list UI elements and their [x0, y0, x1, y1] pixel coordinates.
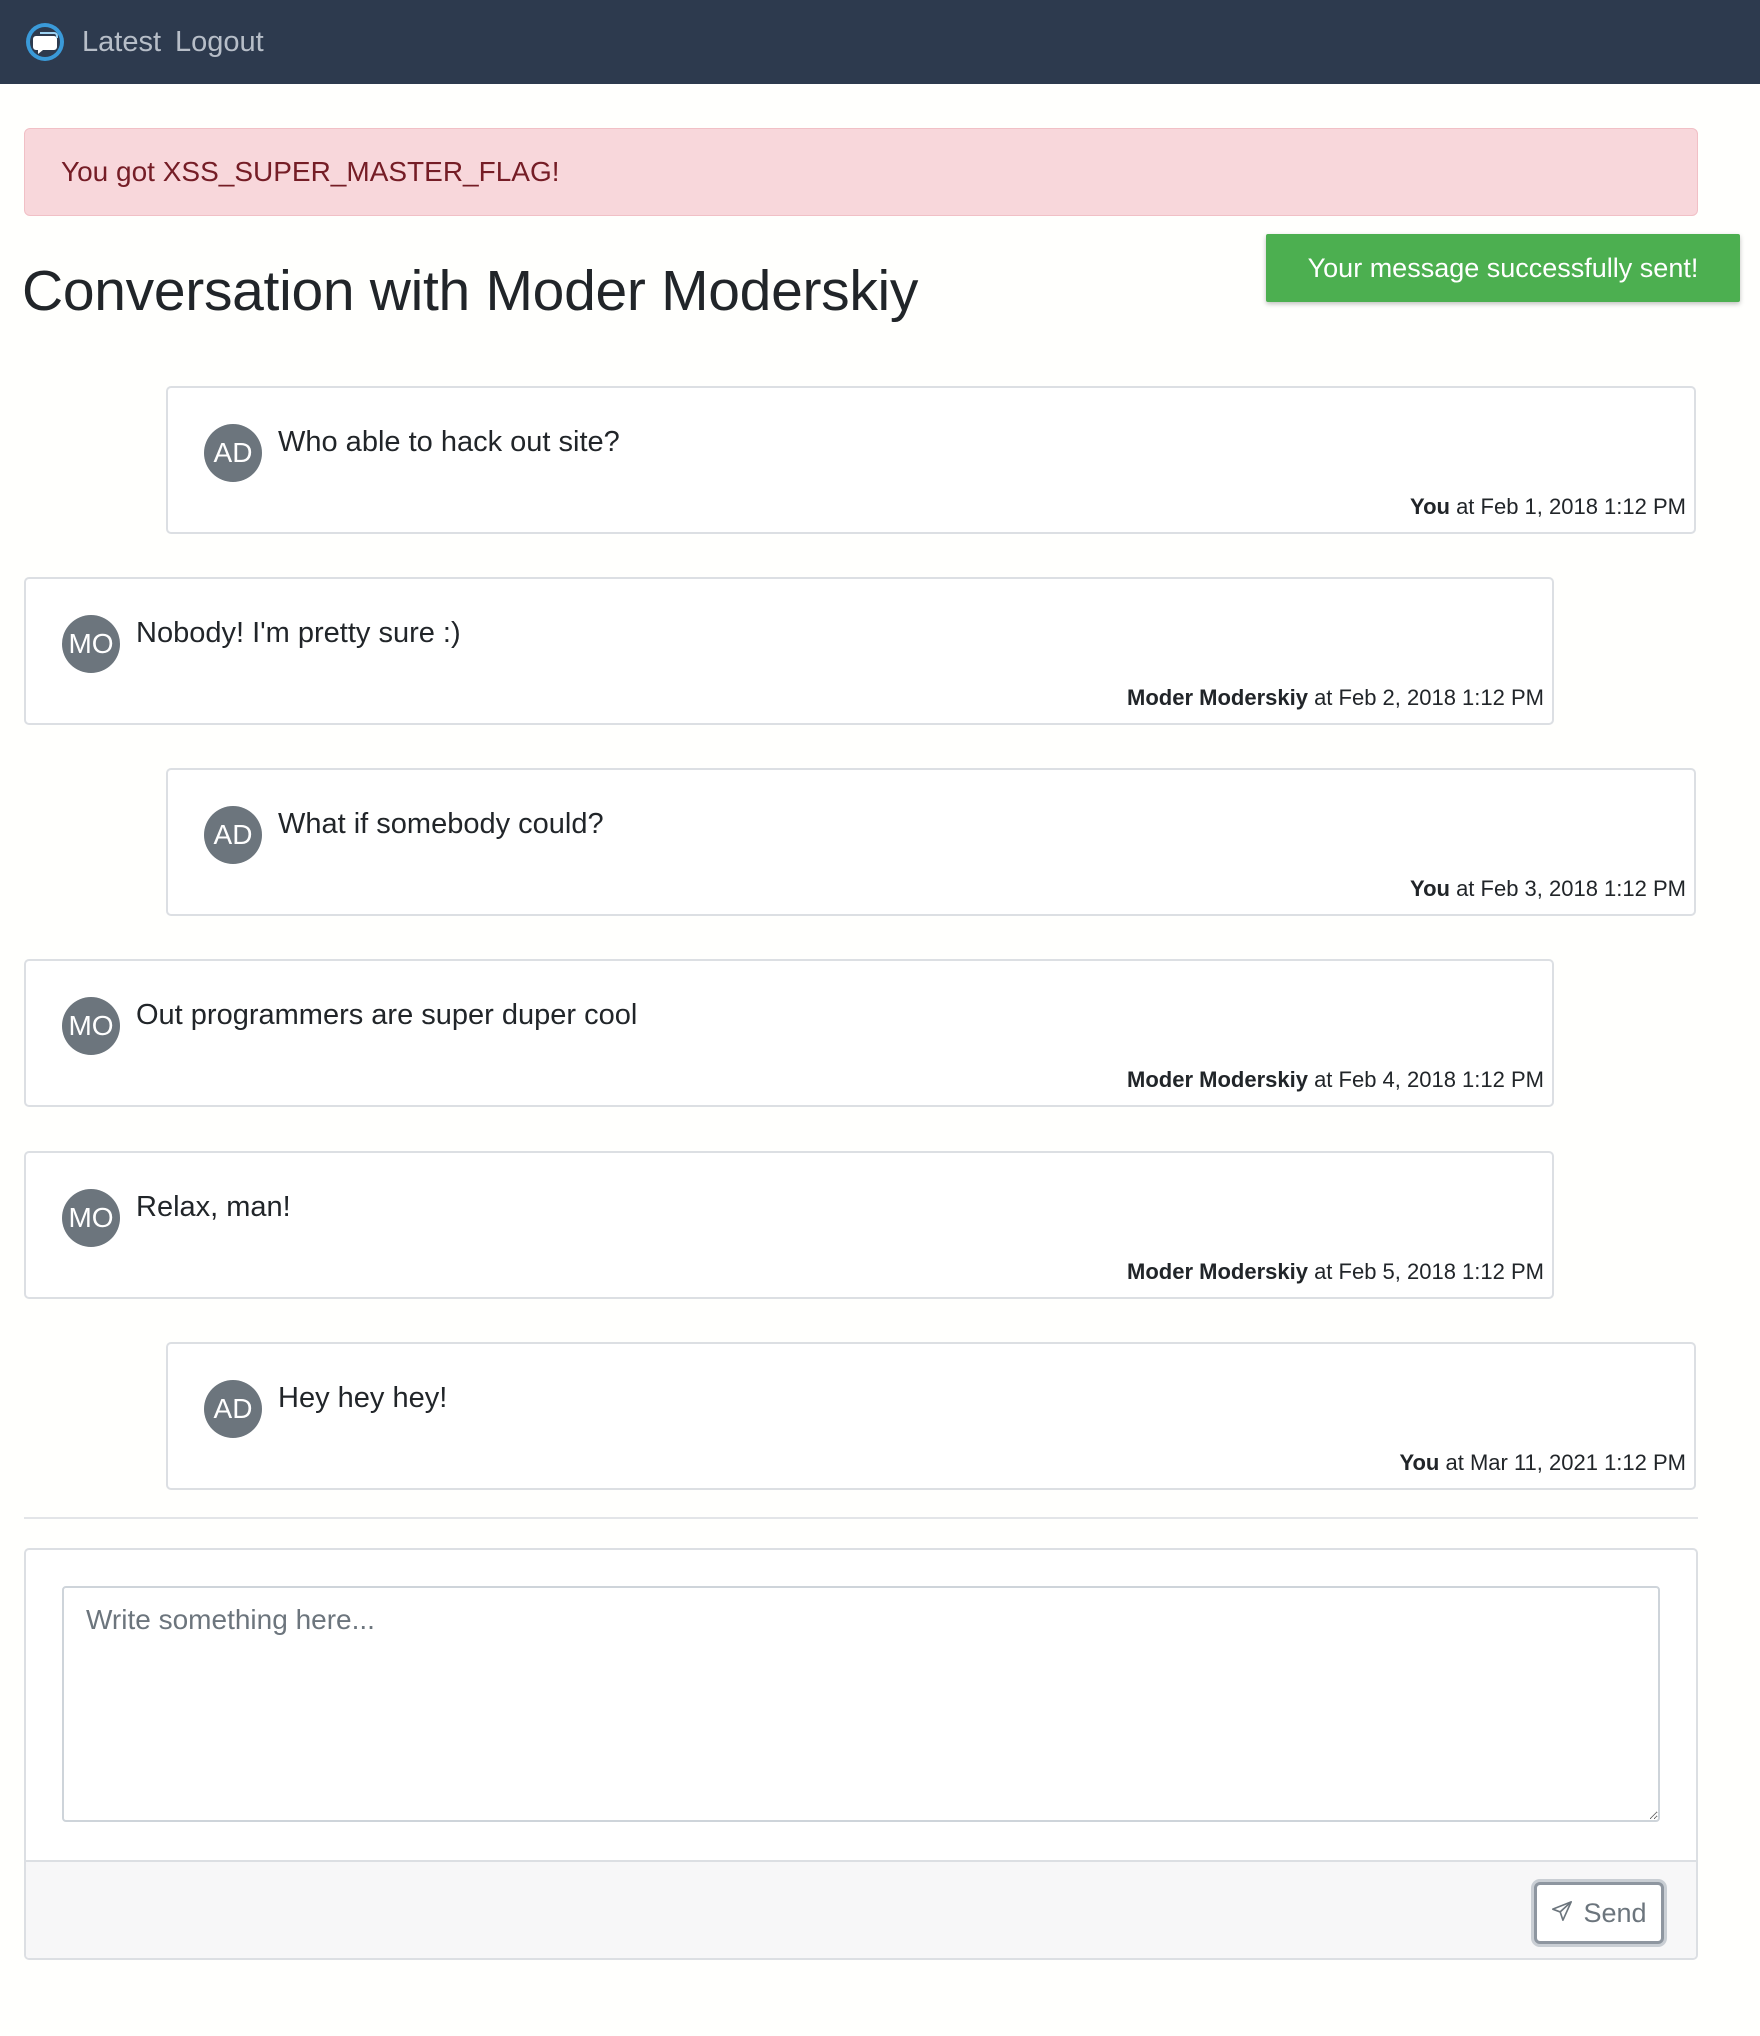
message-input[interactable] — [62, 1586, 1660, 1822]
message-timestamp: at Feb 1, 2018 1:12 PM — [1449, 494, 1686, 519]
message-author: Moder Moderskiy — [1127, 685, 1308, 710]
message-meta: Moder Moderskiy at Feb 2, 2018 1:12 PM — [1127, 685, 1544, 711]
nav-link-logout[interactable]: Logout — [175, 26, 264, 59]
message-meta: You at Mar 11, 2021 1:12 PM — [1399, 1450, 1686, 1476]
avatar: MO — [62, 997, 120, 1055]
message-meta: Moder Moderskiy at Feb 5, 2018 1:12 PM — [1127, 1259, 1544, 1285]
message-timestamp: at Feb 2, 2018 1:12 PM — [1307, 685, 1544, 710]
message-author: You — [1399, 1450, 1440, 1475]
avatar: MO — [62, 615, 120, 673]
success-toast-text: Your message successfully sent! — [1307, 252, 1699, 283]
message-author: You — [1410, 494, 1450, 519]
avatar: AD — [204, 424, 262, 482]
divider — [24, 1517, 1698, 1519]
message-meta: You at Feb 1, 2018 1:12 PM — [1410, 494, 1686, 520]
message-text: Relax, man! — [136, 1191, 291, 1223]
message-text: Nobody! I'm pretty sure :) — [136, 617, 461, 649]
message-card: AD Who able to hack out site? You at Feb… — [166, 386, 1696, 534]
message-timestamp: at Feb 3, 2018 1:12 PM — [1449, 876, 1686, 901]
chat-bubble-icon[interactable] — [24, 21, 66, 63]
avatar: AD — [204, 806, 262, 864]
flag-alert-text: You got XSS_SUPER_MASTER_FLAG! — [61, 156, 560, 187]
message-timestamp: at Feb 5, 2018 1:12 PM — [1307, 1259, 1544, 1284]
message-author: Moder Moderskiy — [1127, 1259, 1308, 1284]
paper-plane-icon — [1551, 1898, 1573, 1929]
composer-footer: Send — [26, 1860, 1696, 1958]
message-text: Who able to hack out site? — [278, 426, 620, 458]
send-button[interactable]: Send — [1534, 1882, 1664, 1944]
top-navbar: Latest Logout — [0, 0, 1760, 84]
message-author: Moder Moderskiy — [1127, 1067, 1308, 1092]
message-card: MO Out programmers are super duper cool … — [24, 959, 1554, 1107]
nav-link-latest[interactable]: Latest — [82, 26, 161, 59]
message-timestamp: at Feb 4, 2018 1:12 PM — [1307, 1067, 1544, 1092]
message-meta: You at Feb 3, 2018 1:12 PM — [1410, 876, 1686, 902]
success-toast[interactable]: Your message successfully sent! — [1266, 234, 1740, 302]
message-timestamp: at Mar 11, 2021 1:12 PM — [1439, 1450, 1686, 1475]
message-text: Hey hey hey! — [278, 1382, 448, 1414]
message-composer: Send — [24, 1548, 1698, 1960]
message-card: MO Relax, man! Moder Moderskiy at Feb 5,… — [24, 1151, 1554, 1299]
message-author: You — [1410, 876, 1450, 901]
message-text: What if somebody could? — [278, 808, 604, 840]
avatar: AD — [204, 1380, 262, 1438]
message-card: MO Nobody! I'm pretty sure :) Moder Mode… — [24, 577, 1554, 725]
message-text: Out programmers are super duper cool — [136, 999, 638, 1031]
flag-alert: You got XSS_SUPER_MASTER_FLAG! — [24, 128, 1698, 216]
message-card: AD Hey hey hey! You at Mar 11, 2021 1:12… — [166, 1342, 1696, 1490]
message-card: AD What if somebody could? You at Feb 3,… — [166, 768, 1696, 916]
send-button-label: Send — [1583, 1897, 1647, 1928]
message-meta: Moder Moderskiy at Feb 4, 2018 1:12 PM — [1127, 1067, 1544, 1093]
page-title: Conversation with Moder Moderskiy — [22, 259, 919, 323]
avatar: MO — [62, 1189, 120, 1247]
